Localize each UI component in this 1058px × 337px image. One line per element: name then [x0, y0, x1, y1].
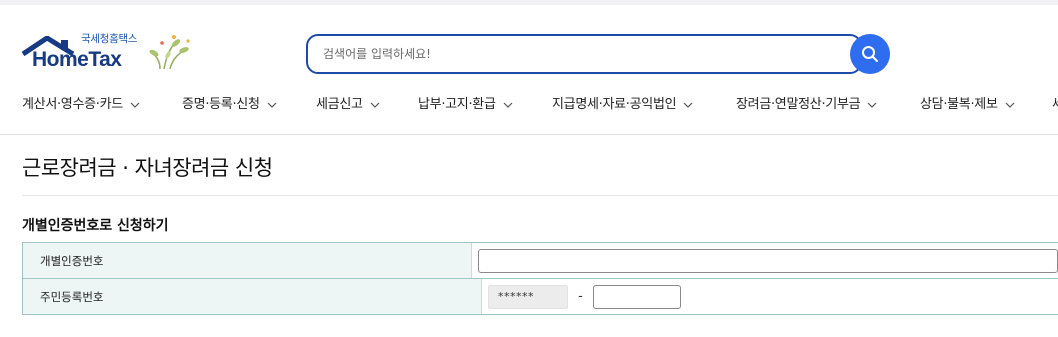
hometax-logo[interactable]: 국세청홈택스 HomeTax: [21, 31, 196, 77]
chevron-down-icon: [130, 102, 140, 108]
form-row-auth-number: 개별인증번호: [22, 243, 1058, 279]
auth-form: 개별인증번호 주민등록번호 ****** -: [22, 242, 1058, 315]
nav-item-label: 세: [1052, 97, 1058, 112]
nav-item-label: 지급명세·자료·공익법인: [552, 97, 677, 112]
nav-item-label: 증명·등록·신청: [182, 97, 260, 112]
search-box: [306, 34, 862, 74]
main-nav: 계산서·영수증·카드 증명·등록·신청 세금신고 납부·고지·환급 지급명세·자…: [0, 85, 1058, 135]
brand-subtitle: 국세청홈택스: [81, 33, 138, 45]
chevron-down-icon: [867, 102, 877, 108]
search-input[interactable]: [308, 36, 828, 72]
nav-item-tax-return[interactable]: 세금신고: [316, 85, 380, 125]
plant-decoration-icon: [149, 35, 190, 70]
nav-item-label: 계산서·영수증·카드: [22, 97, 123, 112]
nav-item-payment[interactable]: 납부·고지·환급: [418, 85, 513, 125]
brand-name: HomeTax: [32, 48, 122, 71]
resident-number-cell: ****** -: [482, 279, 1058, 314]
nav-item-overflow[interactable]: 세: [1052, 85, 1058, 125]
chevron-down-icon: [370, 102, 380, 108]
page-title: 근로장려금 · 자녀장려금 신청: [22, 156, 273, 180]
chevron-down-icon: [1005, 102, 1015, 108]
auth-number-label: 개별인증번호: [22, 243, 472, 278]
form-row-resident-number: 주민등록번호 ****** -: [22, 279, 1058, 315]
resident-number-front-field: ******: [488, 284, 568, 309]
section-title: 개별인증번호로 신청하기: [22, 218, 169, 234]
auth-number-input[interactable]: [478, 248, 1058, 273]
resident-number-label: 주민등록번호: [22, 279, 482, 314]
auth-number-cell: [472, 243, 1058, 278]
chevron-down-icon: [503, 102, 513, 108]
chevron-down-icon: [267, 102, 277, 108]
nav-item-incentive[interactable]: 장려금·연말정산·기부금: [736, 85, 877, 125]
nav-item-label: 상담·불복·제보: [920, 97, 998, 112]
search-icon: [862, 46, 878, 62]
chevron-down-icon: [683, 102, 693, 108]
nav-item-label: 세금신고: [316, 97, 363, 112]
nav-item-certificate[interactable]: 증명·등록·신청: [182, 85, 277, 125]
search-button[interactable]: [850, 34, 890, 74]
divider: [22, 195, 1058, 196]
nav-item-label: 납부·고지·환급: [418, 97, 496, 112]
nav-item-invoice[interactable]: 계산서·영수증·카드: [22, 85, 140, 125]
nav-item-consultation[interactable]: 상담·불복·제보: [920, 85, 1015, 125]
resident-number-back-input[interactable]: [593, 284, 681, 309]
resident-number-separator: -: [578, 289, 583, 304]
nav-item-label: 장려금·연말정산·기부금: [736, 97, 861, 112]
header: 국세청홈택스 HomeTax: [0, 5, 1058, 85]
nav-item-payment-statement[interactable]: 지급명세·자료·공익법인: [552, 85, 693, 125]
